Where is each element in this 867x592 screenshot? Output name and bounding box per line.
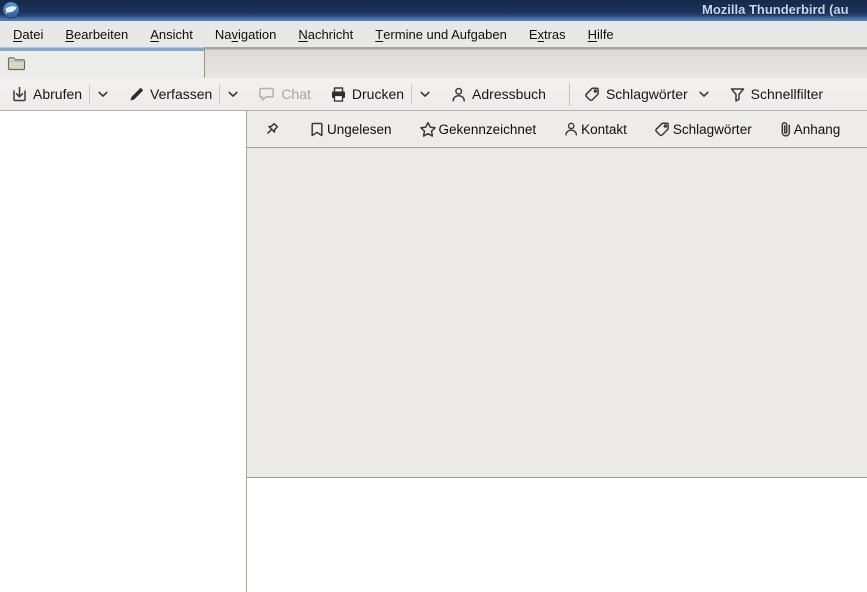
address-book-button[interactable]: Adressbuch xyxy=(445,86,551,103)
tags-label: Schlagwörter xyxy=(605,86,688,102)
get-messages-dropdown[interactable] xyxy=(92,91,114,98)
menu-item-termine-und-aufgaben[interactable]: Termine und Aufgaben xyxy=(364,21,518,47)
compose-button[interactable]: Verfassen xyxy=(123,86,217,103)
filter-starred-label: Gekennzeichnet xyxy=(438,121,537,137)
quick-filter-bar: Ungelesen Gekennzeichnet Kontakt Schlagw… xyxy=(247,111,867,148)
filter-tags-label: Schlagwörter xyxy=(672,121,752,137)
address-book-label: Adressbuch xyxy=(472,86,546,102)
filter-tags-button[interactable]: Schlagwörter xyxy=(654,121,752,138)
title-bar: Mozilla Thunderbird (au xyxy=(0,0,867,21)
thunderbird-icon xyxy=(2,1,20,19)
split-button-separator xyxy=(89,84,91,104)
menu-item-ansicht[interactable]: Ansicht xyxy=(139,21,204,47)
mail-toolbar: Abrufen Verfassen Chat Drucken Adressbuc… xyxy=(0,78,867,111)
window-title: Mozilla Thunderbird (au xyxy=(702,2,849,17)
filter-unread-label: Ungelesen xyxy=(327,121,392,137)
compose-label: Verfassen xyxy=(150,86,213,102)
compose-dropdown[interactable] xyxy=(222,91,244,98)
contact-icon xyxy=(563,121,579,137)
main-content: Ungelesen Gekennzeichnet Kontakt Schlagw… xyxy=(0,111,867,592)
folder-icon xyxy=(7,55,26,71)
get-messages-label: Abrufen xyxy=(33,86,83,102)
filter-attachment-button[interactable]: Anhang xyxy=(779,121,841,138)
split-button-separator xyxy=(219,84,221,104)
print-button[interactable]: Drucken xyxy=(325,86,409,103)
tag-icon xyxy=(654,121,671,138)
chat-button: Chat xyxy=(253,86,316,102)
chat-label: Chat xyxy=(281,86,311,102)
menu-item-datei[interactable]: Datei xyxy=(2,21,54,47)
right-pane: Ungelesen Gekennzeichnet Kontakt Schlagw… xyxy=(247,111,867,592)
sticky-filter-button[interactable] xyxy=(260,121,283,138)
tag-icon xyxy=(584,86,601,103)
get-messages-button[interactable]: Abrufen xyxy=(6,86,87,103)
split-button-separator xyxy=(411,84,413,104)
menu-item-nachricht[interactable]: Nachricht xyxy=(287,21,364,47)
chevron-down-icon xyxy=(98,91,108,98)
compose-icon xyxy=(128,86,145,103)
tags-button[interactable]: Schlagwörter xyxy=(579,86,693,103)
chat-icon xyxy=(258,86,276,102)
filter-unread-button[interactable]: Ungelesen xyxy=(309,121,392,138)
print-label: Drucken xyxy=(351,86,405,102)
print-icon xyxy=(330,86,347,103)
print-dropdown[interactable] xyxy=(414,91,436,98)
filter-contact-button[interactable]: Kontakt xyxy=(563,121,627,137)
toolbar-separator xyxy=(568,82,570,106)
message-pane xyxy=(247,478,867,592)
folder-pane xyxy=(0,111,247,592)
unread-icon xyxy=(309,121,325,138)
attachment-icon xyxy=(779,121,792,138)
thread-pane xyxy=(247,148,867,478)
folder-tab[interactable] xyxy=(0,47,205,78)
tags-dropdown[interactable] xyxy=(693,91,715,98)
star-icon xyxy=(419,121,437,138)
quick-filter-label: Schnellfilter xyxy=(750,86,824,102)
menu-item-hilfe[interactable]: Hilfe xyxy=(577,21,625,47)
menu-item-bearbeiten[interactable]: Bearbeiten xyxy=(54,21,139,47)
quick-filter-button[interactable]: Schnellfilter xyxy=(724,86,828,103)
tab-bar-empty-space xyxy=(205,47,867,78)
filter-attachment-label: Anhang xyxy=(793,121,841,137)
pin-icon xyxy=(263,121,280,138)
filter-starred-button[interactable]: Gekennzeichnet xyxy=(419,121,537,138)
chevron-down-icon xyxy=(699,91,709,98)
address-book-icon xyxy=(450,86,467,103)
menu-item-extras[interactable]: Ex tras xyxy=(518,21,577,47)
tab-bar xyxy=(0,47,867,78)
get-mail-icon xyxy=(11,86,28,103)
menubar: Datei Bearbeiten Ansicht Na v igation Nachrich… xyxy=(0,21,867,47)
funnel-icon xyxy=(729,86,746,103)
menu-item-navigation[interactable]: Na v igation xyxy=(204,21,287,47)
chevron-down-icon xyxy=(420,91,430,98)
chevron-down-icon xyxy=(228,91,238,98)
filter-contact-label: Kontakt xyxy=(581,121,627,137)
